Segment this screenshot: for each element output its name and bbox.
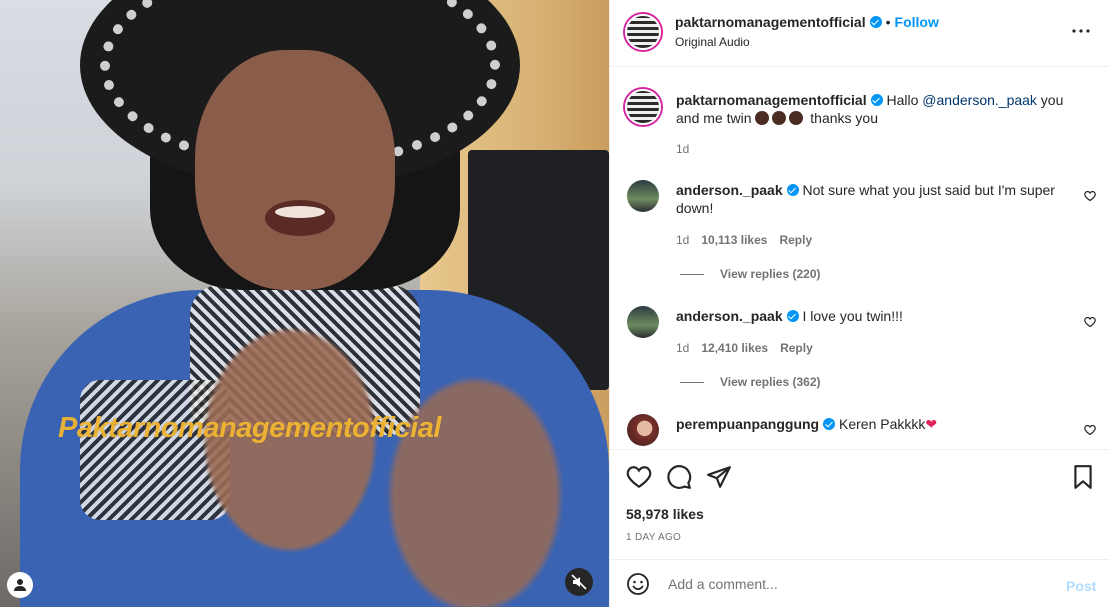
verified-badge-icon [786,310,799,322]
comment-likes[interactable]: 10,113 likes [701,233,767,247]
comment-time[interactable]: 1d [676,341,689,355]
comment-avatar[interactable] [627,306,659,338]
share-send-icon[interactable] [706,464,732,490]
reply-button[interactable]: Reply [779,233,812,247]
save-bookmark-icon[interactable] [1070,464,1096,490]
comment-3: perempuanpanggung Keren Pakkkk❤ [676,415,1086,433]
comment-avatar[interactable] [627,414,659,446]
verified-badge-icon [786,184,799,196]
verified-badge-icon [823,418,836,430]
comment-2: anderson._paak I love you twin!!! [676,307,1086,325]
user-icon [14,579,26,591]
comment-username[interactable]: anderson._paak [676,308,783,324]
caption-text-start: Hallo [886,92,923,108]
person-face [195,50,395,290]
like-comment-heart-icon[interactable] [1084,423,1096,436]
caption-text-end: thanks you [806,110,878,126]
fist-emoji-group [755,110,806,126]
comment-username[interactable]: anderson._paak [676,182,783,198]
comment-bubble-icon[interactable] [666,464,692,490]
speaker-muted-icon [571,574,587,590]
post-panel: paktarnomanagementofficial • Follow Origin… [609,0,1109,607]
like-comment-heart-icon[interactable] [1084,315,1096,328]
original-audio-link[interactable]: Original Audio [675,35,750,49]
post-actions: 58,978 likes 1 DAY AGO [610,449,1109,560]
avatar[interactable] [625,14,661,50]
comments-list[interactable]: paktarnomanagementofficial Hallo @anders… [610,67,1109,449]
like-comment-heart-icon[interactable] [1084,189,1096,202]
view-replies-button[interactable]: View replies (220) [680,267,821,281]
red-heart-emoji: ❤ [925,416,938,432]
comment-input[interactable] [666,568,1040,600]
mention-link[interactable]: @anderson._paak [922,92,1037,108]
likes-count[interactable]: 58,978 likes [626,506,704,522]
person-mouth [265,200,335,236]
like-heart-icon[interactable] [626,464,652,490]
add-comment-bar: Post [610,559,1109,608]
fist-emoji-icon [772,111,787,125]
comment-1: anderson._paak Not sure what you just sa… [676,181,1086,217]
post-comment-button[interactable]: Post [1066,578,1096,594]
comment-time[interactable]: 1d [676,233,689,247]
more-options-icon[interactable] [1072,22,1090,40]
reply-button[interactable]: Reply [780,341,813,355]
header-username[interactable]: paktarnomanagementofficial [675,14,866,30]
verified-badge-icon [869,16,882,28]
comment-meta: 1d 10,113 likes Reply [676,233,812,247]
post-header: paktarnomanagementofficial • Follow Origin… [610,0,1109,67]
reel-video[interactable]: Paktarnomanagementofficial [0,0,609,607]
caption: paktarnomanagementofficial Hallo @anders… [676,91,1086,127]
video-watermark: Paktarnomanagementofficial [58,412,441,444]
header-separator: • [885,14,891,30]
header-user-line: paktarnomanagementofficial • Follow [675,14,939,30]
caption-time[interactable]: 1d [676,142,689,156]
mute-button[interactable] [565,568,593,596]
comment-avatar[interactable] [627,180,659,212]
comment-username[interactable]: perempuanpanggung [676,416,819,432]
caption-avatar[interactable] [625,89,661,125]
emoji-icon[interactable] [626,572,650,596]
fist-emoji-icon [755,111,770,125]
follow-button[interactable]: Follow [895,14,939,30]
comment-text: Keren Pakkkk [839,416,926,432]
fist-emoji-icon [789,111,804,125]
comment-text: I love you twin!!! [802,308,903,324]
view-replies-button[interactable]: View replies (362) [680,375,821,389]
verified-badge-icon [870,94,883,106]
comment-likes[interactable]: 12,410 likes [701,341,768,355]
tagged-profile-button[interactable] [7,572,33,598]
comment-meta: 1d 12,410 likes Reply [676,341,813,355]
post-date: 1 DAY AGO [626,532,682,543]
caption-username[interactable]: paktarnomanagementofficial [676,92,867,108]
